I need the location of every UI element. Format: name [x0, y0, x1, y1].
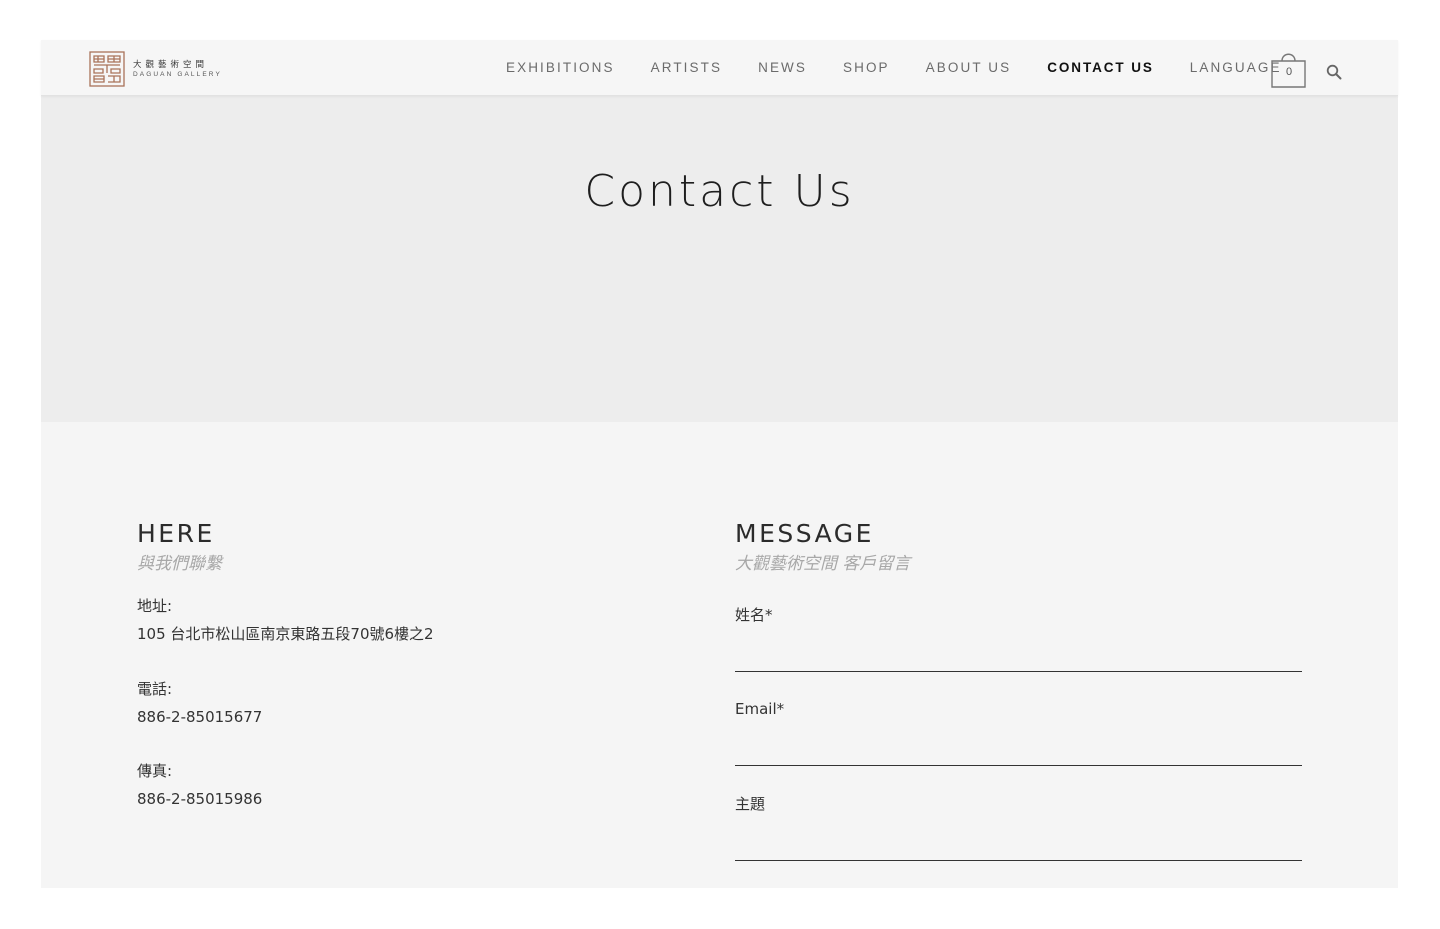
phone-value: 886-2-85015677 — [137, 708, 263, 726]
name-input[interactable] — [735, 643, 1302, 672]
name-field-group: 姓名* — [735, 605, 1302, 672]
email-input[interactable] — [735, 737, 1302, 766]
contact-section-subtitle: 與我們聯繫 — [137, 554, 222, 574]
phone-block: 電話: 886-2-85015677 — [137, 679, 262, 727]
nav-item-language[interactable]: LANGUAGE — [1190, 60, 1282, 75]
main-nav: EXHIBITIONS ARTISTS NEWS SHOP ABOUT US C… — [506, 40, 1282, 95]
email-field-label: Email* — [735, 700, 785, 718]
cart-count: 0 — [1285, 66, 1293, 78]
subject-input[interactable] — [735, 832, 1302, 861]
message-section-subtitle: 大觀藝術空間 客戶留言 — [735, 554, 911, 574]
contact-section-title: HERE — [137, 519, 215, 548]
contact-info-section: HERE 與我們聯繫 地址: 105 台北市松山區南京東路五段70號6樓之2 電… — [137, 518, 434, 808]
phone-label: 電話: — [137, 680, 173, 698]
logo-text: 大觀藝術空間 DAGUAN GALLERY — [133, 60, 222, 79]
nav-item-contact-us[interactable]: CONTACT US — [1047, 60, 1154, 75]
nav-item-exhibitions[interactable]: EXHIBITIONS — [506, 60, 615, 75]
hero-banner: Contact Us — [41, 96, 1398, 422]
page-title: Contact Us — [584, 166, 855, 217]
subject-field-group: 主題 — [735, 794, 1302, 861]
nav-item-about-us[interactable]: ABOUT US — [926, 60, 1012, 75]
page-frame: 大觀藝術空間 DAGUAN GALLERY EXHIBITIONS ARTIST… — [41, 40, 1398, 888]
site-logo[interactable]: 大觀藝術空間 DAGUAN GALLERY — [89, 50, 222, 88]
nav-item-artists[interactable]: ARTISTS — [651, 60, 722, 75]
address-block: 地址: 105 台北市松山區南京東路五段70號6樓之2 — [137, 596, 434, 644]
logo-english-name: DAGUAN GALLERY — [133, 70, 222, 78]
message-section-title: MESSAGE — [735, 519, 874, 548]
name-field-label: 姓名* — [735, 606, 773, 624]
cart-button[interactable]: 0 — [1270, 47, 1308, 89]
email-field-group: Email* — [735, 699, 1302, 766]
logo-chinese-name: 大觀藝術空間 — [133, 59, 209, 70]
address-label: 地址: — [137, 597, 173, 615]
nav-item-shop[interactable]: SHOP — [843, 60, 890, 75]
gallery-logo-icon — [89, 51, 125, 87]
site-header: 大觀藝術空間 DAGUAN GALLERY EXHIBITIONS ARTIST… — [41, 40, 1398, 96]
search-icon — [1326, 64, 1342, 80]
subject-field-label: 主題 — [735, 795, 766, 813]
fax-label: 傳真: — [137, 762, 173, 780]
search-button[interactable] — [1326, 64, 1342, 80]
fax-value: 886-2-85015986 — [137, 790, 263, 808]
nav-item-news[interactable]: NEWS — [758, 60, 807, 75]
fax-block: 傳真: 886-2-85015986 — [137, 761, 262, 809]
address-value: 105 台北市松山區南京東路五段70號6樓之2 — [137, 625, 434, 643]
message-form-section: MESSAGE 大觀藝術空間 客戶留言 姓名* Email* 主題 — [735, 518, 1302, 861]
